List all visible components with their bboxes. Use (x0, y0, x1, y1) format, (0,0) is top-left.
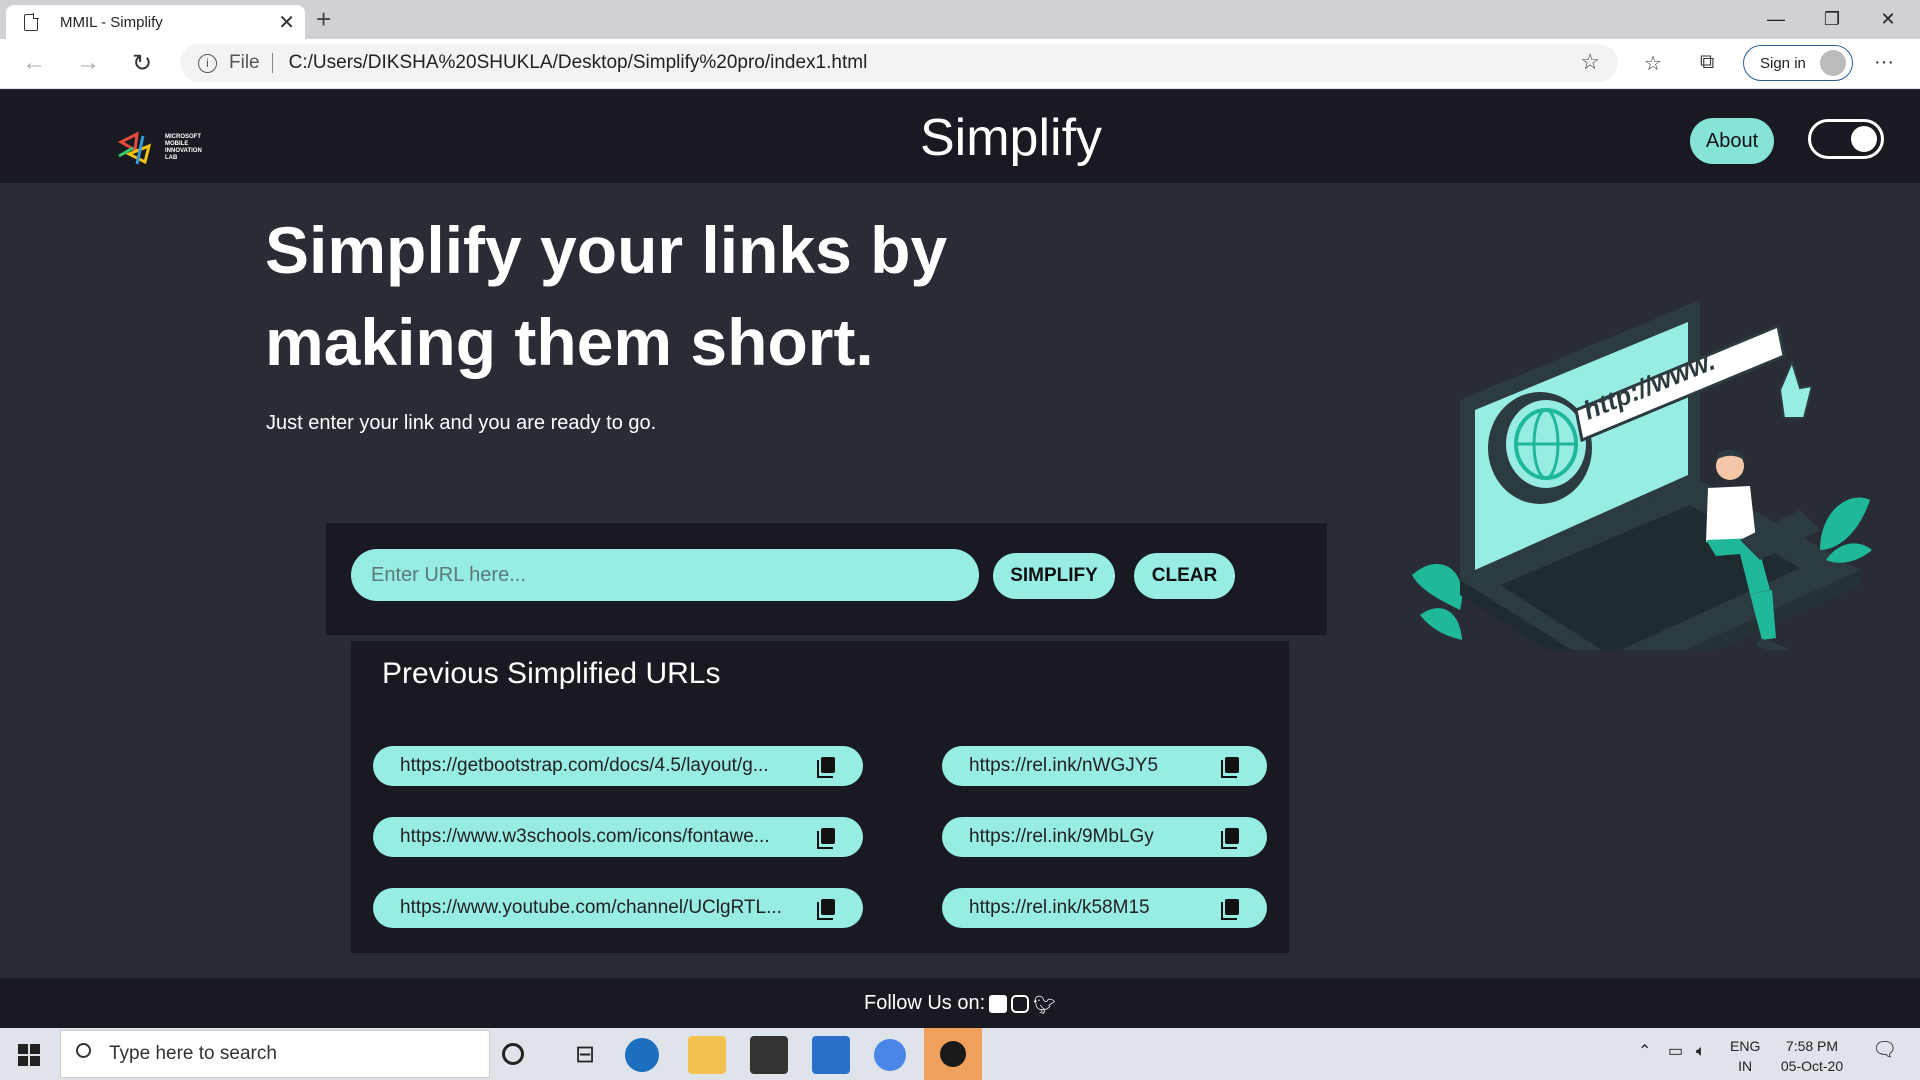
short-url-pill[interactable]: https://rel.ink/nWGJY5 (942, 746, 1267, 786)
site-header: MICROSOFT MOBILE INNOVATION LAB Simplify… (0, 90, 1920, 183)
clock[interactable]: 7:58 PM 05-Oct-20 (1772, 1036, 1852, 1076)
battery-icon[interactable]: ▭ (1668, 1042, 1683, 1062)
theme-toggle[interactable] (1808, 119, 1884, 159)
site-footer: Follow Us on: 🐦︎ (0, 978, 1920, 1029)
mail-icon[interactable] (812, 1036, 850, 1074)
search-icon (76, 1043, 91, 1058)
short-url-text: https://rel.ink/9MbLGy (969, 826, 1154, 847)
simplify-button[interactable]: SIMPLIFY (993, 553, 1115, 599)
copy-icon[interactable] (817, 828, 835, 849)
copy-icon[interactable] (1221, 828, 1239, 849)
url-form: SIMPLIFY CLEAR (326, 523, 1327, 635)
follow-label: Follow Us on: (863, 992, 986, 1014)
divider (271, 53, 273, 73)
store-icon[interactable] (750, 1036, 788, 1074)
info-icon[interactable]: i (198, 53, 217, 73)
edge-icon[interactable] (625, 1038, 659, 1072)
language-indicator[interactable]: ENG IN (1730, 1036, 1760, 1076)
avatar (1820, 50, 1846, 76)
tray-chevron-icon[interactable]: ⌃ (1638, 1042, 1651, 1062)
short-url-pill[interactable]: https://rel.ink/9MbLGy (942, 817, 1267, 857)
file-explorer-icon[interactable] (688, 1036, 726, 1074)
toggle-knob (1851, 126, 1877, 152)
url-text[interactable]: C:/Users/DIKSHA%20SHUKLA/Desktop/Simplif… (289, 52, 868, 74)
long-url-text: https://www.youtube.com/channel/UClgRTL.… (400, 897, 782, 918)
copy-icon[interactable] (1221, 757, 1239, 778)
long-url-pill[interactable]: https://www.youtube.com/channel/UClgRTL.… (373, 888, 863, 928)
sign-in-label: Sign in (1760, 54, 1806, 72)
tab-close-icon[interactable]: ✕ (278, 10, 295, 35)
date: 05-Oct-20 (1780, 1058, 1844, 1074)
new-tab-button[interactable]: + (316, 4, 331, 35)
short-url-text: https://rel.ink/k58M15 (969, 897, 1150, 918)
url-input[interactable] (351, 549, 979, 601)
notifications-icon[interactable]: 🗨︎ (1872, 1040, 1897, 1060)
time: 7:58 PM (1785, 1038, 1839, 1054)
lang-top: ENG (1730, 1038, 1761, 1054)
favorite-star-icon[interactable]: ☆ (1580, 49, 1600, 75)
spotify-icon (940, 1041, 966, 1067)
windows-start-icon[interactable] (18, 1044, 40, 1066)
browser-tab-strip: MMIL - Simplify ✕ + — ❐ ✕ (0, 0, 1920, 39)
clear-button[interactable]: CLEAR (1134, 553, 1235, 599)
spotify-taskbar-button[interactable] (924, 1028, 982, 1080)
restore-button[interactable]: ❐ (1804, 0, 1860, 39)
window-close-button[interactable]: ✕ (1860, 0, 1916, 39)
hero-subtitle: Just enter your link and you are ready t… (266, 412, 657, 434)
sign-in-button[interactable]: Sign in (1743, 45, 1853, 81)
back-icon[interactable]: ← (22, 49, 46, 77)
forward-icon[interactable]: → (76, 49, 100, 77)
volume-icon[interactable]: 🔈︎ (1696, 1042, 1706, 1062)
address-bar[interactable]: i File C:/Users/DIKSHA%20SHUKLA/Desktop/… (180, 44, 1618, 82)
refresh-icon[interactable]: ↻ (132, 49, 152, 78)
long-url-pill[interactable]: https://www.w3schools.com/icons/fontawe.… (373, 817, 863, 857)
cortana-icon[interactable] (502, 1043, 524, 1065)
long-url-text: https://getbootstrap.com/docs/4.5/layout… (400, 755, 769, 776)
copy-icon[interactable] (1221, 899, 1239, 920)
browser-tab[interactable]: MMIL - Simplify ✕ (6, 5, 305, 39)
facebook-icon[interactable] (989, 994, 1008, 1013)
hero-title: Simplify your links by making them short… (265, 213, 948, 379)
page-icon (24, 12, 39, 31)
short-url-pill[interactable]: https://rel.ink/k58M15 (942, 888, 1267, 928)
chrome-icon[interactable] (874, 1039, 906, 1071)
long-url-text: https://www.w3schools.com/icons/fontawe.… (400, 826, 770, 847)
taskbar-search[interactable]: Type here to search (60, 1030, 490, 1078)
copy-icon[interactable] (817, 899, 835, 920)
history-title: Previous Simplified URLs (382, 657, 721, 690)
long-url-pill[interactable]: https://getbootstrap.com/docs/4.5/layout… (373, 746, 863, 786)
favorites-icon[interactable]: ☆ (1644, 51, 1662, 76)
twitter-icon[interactable]: 🐦︎ (1033, 995, 1056, 1015)
about-button[interactable]: About (1690, 118, 1774, 164)
more-options-icon[interactable]: ··· (1874, 51, 1894, 74)
taskbar-search-text: Type here to search (109, 1043, 277, 1064)
web-page: MICROSOFT MOBILE INNOVATION LAB Simplify… (0, 90, 1920, 1029)
short-url-text: https://rel.ink/nWGJY5 (969, 755, 1159, 776)
task-view-icon[interactable]: ⊟ (566, 1036, 604, 1074)
lang-bottom: IN (1738, 1058, 1753, 1074)
browser-toolbar: ← → ↻ i File C:/Users/DIKSHA%20SHUKLA/De… (0, 39, 1920, 89)
url-scheme-label: File (229, 52, 260, 73)
instagram-icon[interactable] (1011, 994, 1030, 1013)
copy-icon[interactable] (817, 757, 835, 778)
minimize-button[interactable]: — (1748, 0, 1804, 39)
brand-title: Simplify (919, 109, 1103, 167)
laptop-illustration: http://www. (1412, 300, 1872, 650)
tab-title: MMIL - Simplify (60, 13, 163, 31)
windows-taskbar: Type here to search ⊟ ⌃ ▭ 🔈︎ ENG IN 7:58… (0, 1028, 1920, 1080)
collections-icon[interactable]: ⧉ (1700, 51, 1714, 74)
history-panel: Previous Simplified URLs https://getboot… (351, 641, 1289, 953)
